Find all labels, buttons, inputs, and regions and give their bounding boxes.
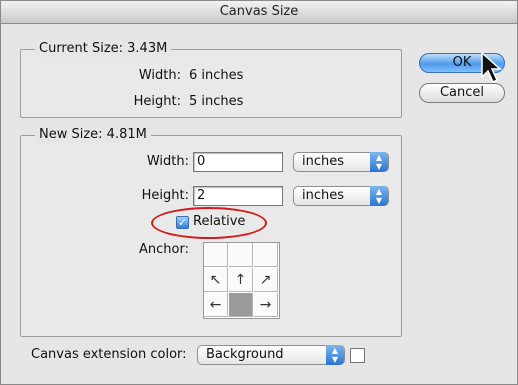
current-height-label: Height: (133, 94, 181, 109)
anchor-grid[interactable]: ↖ ↑ ↗ ← → (203, 242, 280, 319)
anchor-label: Anchor: (139, 242, 189, 257)
current-width-label: Width: (138, 68, 181, 83)
extension-color-value: Background (206, 347, 284, 362)
current-height-value: 5 inches (189, 94, 244, 109)
arrow-right-icon[interactable]: → (254, 293, 278, 317)
arrow-left-icon[interactable]: ← (204, 293, 228, 317)
updown-arrows-icon: ▲ ▼ (370, 152, 388, 172)
relative-checkbox[interactable]: ✓ (176, 216, 189, 229)
canvas-size-dialog: Canvas Size Current Size: 3.43M Width: 6… (0, 0, 518, 385)
anchor-cell-top-left[interactable] (204, 243, 228, 267)
arrow-up-icon[interactable]: ↑ (229, 268, 253, 292)
anchor-cell-top-right[interactable] (254, 243, 278, 267)
updown-arrows-icon: ▲ ▼ (370, 186, 388, 206)
width-unit-value: inches (302, 154, 345, 169)
width-input[interactable]: 0 (193, 152, 283, 172)
current-width-value: 6 inches (189, 68, 244, 83)
height-input[interactable]: 2 (193, 186, 283, 206)
new-height-label: Height: (141, 188, 189, 203)
anchor-cell-top-center[interactable] (229, 243, 253, 267)
new-width-label: Width: (146, 154, 189, 169)
checkmark-icon: ✓ (177, 216, 188, 229)
relative-label: Relative (193, 214, 246, 229)
new-size-legend: New Size: 4.81M (35, 127, 151, 143)
anchor-cell-selected[interactable] (229, 293, 253, 317)
height-unit-value: inches (302, 188, 345, 203)
extension-color-swatch[interactable] (350, 348, 365, 363)
extension-color-select[interactable]: Background ▲ ▼ (197, 345, 345, 365)
height-unit-select[interactable]: inches ▲ ▼ (293, 186, 389, 206)
arrow-up-left-icon[interactable]: ↖ (204, 268, 228, 292)
current-size-legend: Current Size: 3.43M (35, 41, 172, 57)
arrow-up-right-icon[interactable]: ↗ (254, 268, 278, 292)
extension-color-label: Canvas extension color: (31, 347, 187, 362)
mouse-pointer-icon (481, 51, 502, 84)
window-title: Canvas Size (1, 1, 517, 24)
width-unit-select[interactable]: inches ▲ ▼ (293, 152, 389, 172)
updown-arrows-icon: ▲ ▼ (326, 345, 344, 365)
